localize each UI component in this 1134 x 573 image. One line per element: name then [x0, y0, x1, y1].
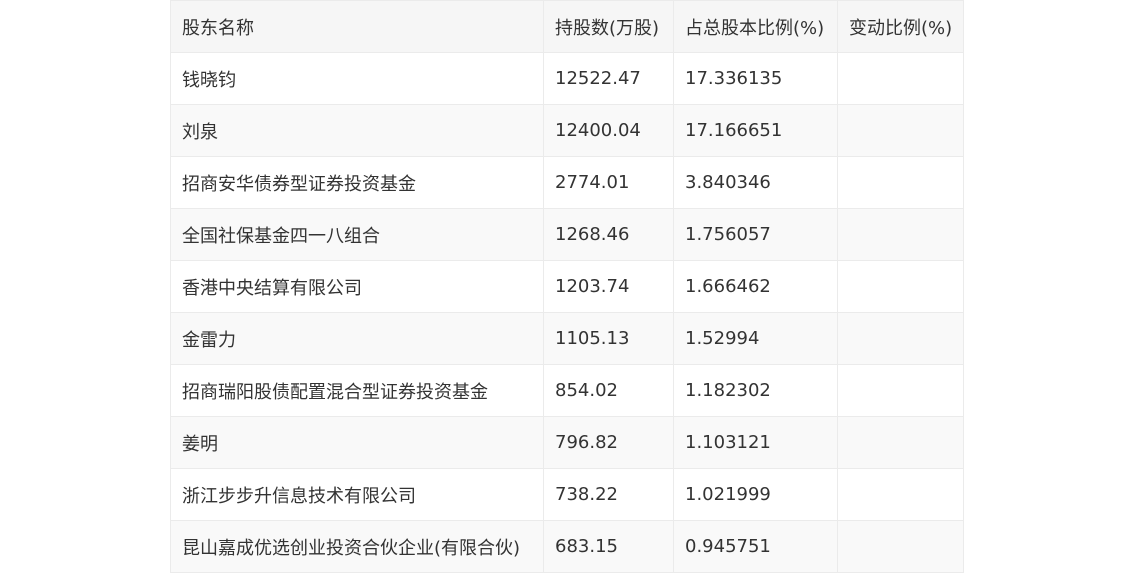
cell-shareholder-name: 钱晓钧 — [170, 52, 544, 105]
table-header-row: 股东名称 持股数(万股) 占总股本比例(%) 变动比例(%) — [170, 0, 964, 53]
table-row: 金雷力 1105.13 1.52994 — [170, 312, 964, 365]
cell-change-ratio — [837, 468, 964, 521]
cell-share-ratio: 0.945751 — [673, 520, 838, 573]
cell-change-ratio — [837, 156, 964, 209]
cell-change-ratio — [837, 312, 964, 365]
cell-shareholder-name: 浙江步步升信息技术有限公司 — [170, 468, 544, 521]
cell-shareholder-name: 招商瑞阳股债配置混合型证券投资基金 — [170, 364, 544, 417]
cell-shares-held: 1105.13 — [543, 312, 674, 365]
cell-share-ratio: 1.52994 — [673, 312, 838, 365]
cell-shares-held: 854.02 — [543, 364, 674, 417]
cell-shareholder-name: 昆山嘉成优选创业投资合伙企业(有限合伙) — [170, 520, 544, 573]
table-row: 姜明 796.82 1.103121 — [170, 416, 964, 469]
cell-shareholder-name: 刘泉 — [170, 104, 544, 157]
table-row: 招商安华债券型证券投资基金 2774.01 3.840346 — [170, 156, 964, 209]
header-change-ratio: 变动比例(%) — [837, 0, 964, 53]
cell-share-ratio: 1.182302 — [673, 364, 838, 417]
table-row: 全国社保基金四一八组合 1268.46 1.756057 — [170, 208, 964, 261]
shareholder-table: 股东名称 持股数(万股) 占总股本比例(%) 变动比例(%) 钱晓钧 12522… — [170, 0, 964, 573]
table-row: 招商瑞阳股债配置混合型证券投资基金 854.02 1.182302 — [170, 364, 964, 417]
cell-shareholder-name: 姜明 — [170, 416, 544, 469]
cell-share-ratio: 3.840346 — [673, 156, 838, 209]
cell-change-ratio — [837, 416, 964, 469]
cell-change-ratio — [837, 52, 964, 105]
cell-shares-held: 796.82 — [543, 416, 674, 469]
cell-shareholder-name: 香港中央结算有限公司 — [170, 260, 544, 313]
header-shareholder-name: 股东名称 — [170, 0, 544, 53]
cell-change-ratio — [837, 104, 964, 157]
cell-shares-held: 1268.46 — [543, 208, 674, 261]
table-row: 浙江步步升信息技术有限公司 738.22 1.021999 — [170, 468, 964, 521]
cell-shareholder-name: 金雷力 — [170, 312, 544, 365]
cell-shares-held: 683.15 — [543, 520, 674, 573]
cell-shares-held: 2774.01 — [543, 156, 674, 209]
cell-shares-held: 1203.74 — [543, 260, 674, 313]
cell-change-ratio — [837, 520, 964, 573]
cell-shares-held: 12522.47 — [543, 52, 674, 105]
cell-shares-held: 738.22 — [543, 468, 674, 521]
table-row: 昆山嘉成优选创业投资合伙企业(有限合伙) 683.15 0.945751 — [170, 520, 964, 573]
cell-change-ratio — [837, 208, 964, 261]
cell-share-ratio: 1.666462 — [673, 260, 838, 313]
header-shares-held: 持股数(万股) — [543, 0, 674, 53]
cell-share-ratio: 1.021999 — [673, 468, 838, 521]
cell-share-ratio: 17.166651 — [673, 104, 838, 157]
table-row: 刘泉 12400.04 17.166651 — [170, 104, 964, 157]
table-row: 香港中央结算有限公司 1203.74 1.666462 — [170, 260, 964, 313]
table-row: 钱晓钧 12522.47 17.336135 — [170, 52, 964, 105]
cell-shareholder-name: 招商安华债券型证券投资基金 — [170, 156, 544, 209]
cell-share-ratio: 1.103121 — [673, 416, 838, 469]
cell-share-ratio: 1.756057 — [673, 208, 838, 261]
cell-shareholder-name: 全国社保基金四一八组合 — [170, 208, 544, 261]
cell-share-ratio: 17.336135 — [673, 52, 838, 105]
header-share-ratio: 占总股本比例(%) — [673, 0, 838, 53]
cell-change-ratio — [837, 364, 964, 417]
cell-change-ratio — [837, 260, 964, 313]
cell-shares-held: 12400.04 — [543, 104, 674, 157]
shareholder-table-container: 股东名称 持股数(万股) 占总股本比例(%) 变动比例(%) 钱晓钧 12522… — [170, 0, 964, 573]
